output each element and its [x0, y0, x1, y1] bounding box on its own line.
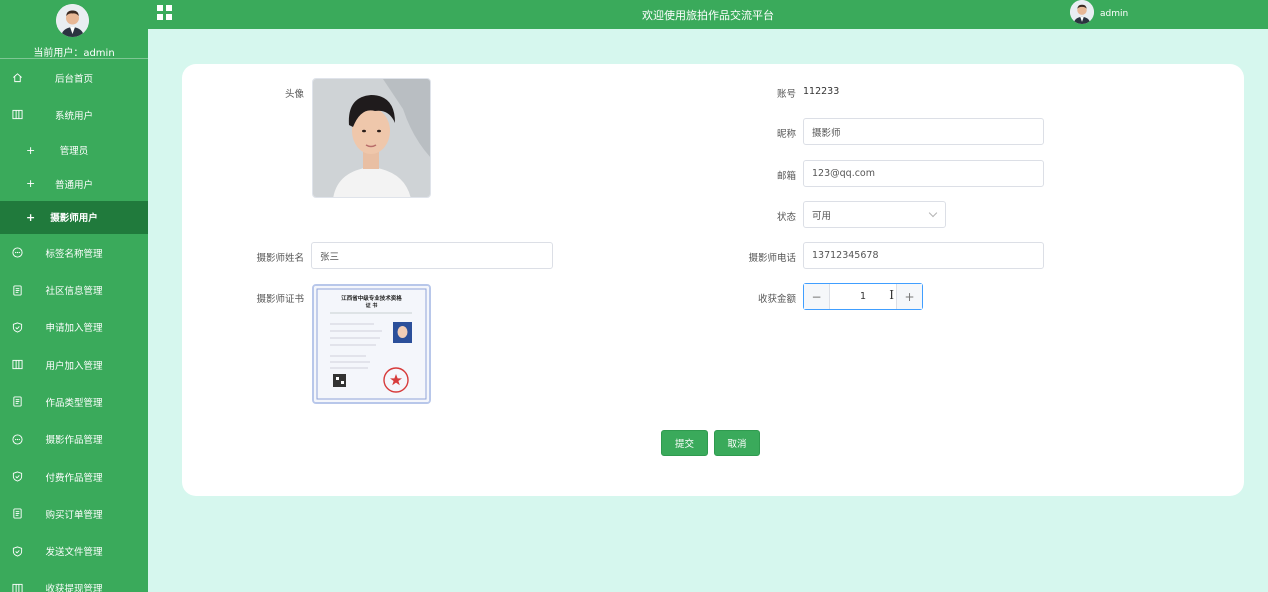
email-value: 123@qq.com	[812, 168, 876, 179]
increment-button[interactable]: +	[896, 284, 922, 309]
chevron-down-icon	[928, 208, 938, 218]
sidebar-item-label: 社区信息管理	[45, 286, 103, 298]
sidebar-item-tags[interactable]: 标签名称管理	[0, 234, 148, 271]
certificate-title: 江西省中级专业技术资格	[341, 294, 402, 302]
photographer-phone-value: 13712345678	[812, 250, 879, 261]
certificate-subtitle: 证 书	[366, 302, 378, 309]
decrement-button[interactable]: −	[804, 284, 830, 309]
sidebar-item-community[interactable]: 社区信息管理	[0, 271, 148, 308]
account-value: 112233	[803, 86, 840, 97]
email-input[interactable]: 123@qq.com	[803, 160, 1044, 187]
amount-label: 收获金额	[757, 294, 796, 305]
sidebar-item-withdrawals[interactable]: 收获提现管理	[0, 570, 148, 592]
status-value: 可用	[812, 210, 832, 222]
sidebar-item-label: 收获提现管理	[45, 584, 103, 592]
sidebar-item-label: 管理员	[59, 146, 89, 158]
photographer-phone-label: 摄影师电话	[748, 253, 796, 264]
sidebar-item-photographers[interactable]: + 摄影师用户	[0, 200, 148, 235]
sidebar-item-label: 付费作品管理	[45, 472, 103, 484]
profile-form-card: 头像 账号 112233 昵称 摄影师 邮箱 123@qq.com 状态 可用 …	[182, 64, 1244, 496]
sidebar-item-label: 摄影师用户	[50, 213, 98, 225]
topbar-avatar[interactable]	[1070, 0, 1094, 24]
nickname-input[interactable]: 摄影师	[803, 118, 1044, 145]
amount-value: 1	[859, 291, 867, 302]
sidebar-item-label: 普通用户	[54, 179, 93, 191]
avatar-image[interactable]	[312, 78, 431, 198]
current-user-label: 当前用户：admin	[33, 48, 115, 59]
nickname-value: 摄影师	[812, 127, 841, 139]
sidebar-item-join-requests[interactable]: 申请加入管理	[0, 309, 148, 346]
email-label: 邮箱	[776, 171, 796, 182]
submit-button[interactable]: 提交	[661, 430, 708, 456]
status-label: 状态	[776, 212, 796, 223]
sidebar-item-label: 后台首页	[54, 73, 93, 85]
topbar-username[interactable]: admin	[1100, 9, 1128, 19]
sidebar-item-work-types[interactable]: 作品类型管理	[0, 383, 148, 420]
photographer-name-value: 张三	[320, 251, 340, 263]
photographer-name-input[interactable]: 张三	[311, 242, 553, 269]
sidebar-item-files[interactable]: 发送文件管理	[0, 532, 148, 569]
status-select[interactable]: 可用	[803, 201, 946, 228]
account-label: 账号	[776, 89, 796, 100]
sidebar-item-admins[interactable]: + 管理员	[0, 134, 148, 168]
photographer-phone-input[interactable]: 13712345678	[803, 242, 1044, 269]
sidebar-item-user-joins[interactable]: 用户加入管理	[0, 346, 148, 383]
sidebar-item-label: 作品类型管理	[45, 397, 103, 409]
top-bar: 欢迎使用旅拍作品交流平台 admin	[148, 0, 1268, 29]
photographer-name-label: 摄影师姓名	[256, 253, 304, 264]
amount-input[interactable]: 1 I	[830, 284, 896, 309]
user-avatar	[56, 4, 89, 37]
sidebar-item-label: 系统用户	[54, 110, 93, 122]
sidebar-user-panel: 当前用户：admin	[0, 0, 148, 59]
sidebar-item-dashboard[interactable]: 后台首页	[0, 59, 148, 96]
sidebar-item-normal-users[interactable]: + 普通用户	[0, 167, 148, 201]
amount-stepper[interactable]: − 1 I +	[803, 283, 923, 310]
nickname-label: 昵称	[776, 129, 796, 140]
certificate-image[interactable]: 江西省中级专业技术资格 证 书	[312, 284, 431, 404]
avatar-label: 头像	[284, 89, 304, 100]
sidebar-item-label: 摄影作品管理	[45, 435, 103, 447]
certificate-label: 摄影师证书	[256, 294, 304, 305]
sidebar-item-label: 发送文件管理	[45, 547, 103, 559]
sidebar-item-orders[interactable]: 购买订单管理	[0, 495, 148, 532]
text-cursor-icon: I	[889, 288, 894, 302]
sidebar-item-label: 购买订单管理	[45, 509, 103, 521]
cancel-button[interactable]: 取消	[714, 430, 760, 456]
sidebar-item-label: 申请加入管理	[45, 323, 103, 335]
sidebar: 当前用户：admin 后台首页 系统用户 + 管理员 + 普通用户 + 摄影师用…	[0, 0, 148, 592]
sidebar-item-label: 用户加入管理	[45, 360, 103, 372]
sidebar-item-system-users[interactable]: 系统用户	[0, 96, 148, 133]
sidebar-item-photo-works[interactable]: 摄影作品管理	[0, 421, 148, 458]
sidebar-item-label: 标签名称管理	[45, 248, 103, 260]
sidebar-item-paid-works[interactable]: 付费作品管理	[0, 458, 148, 495]
